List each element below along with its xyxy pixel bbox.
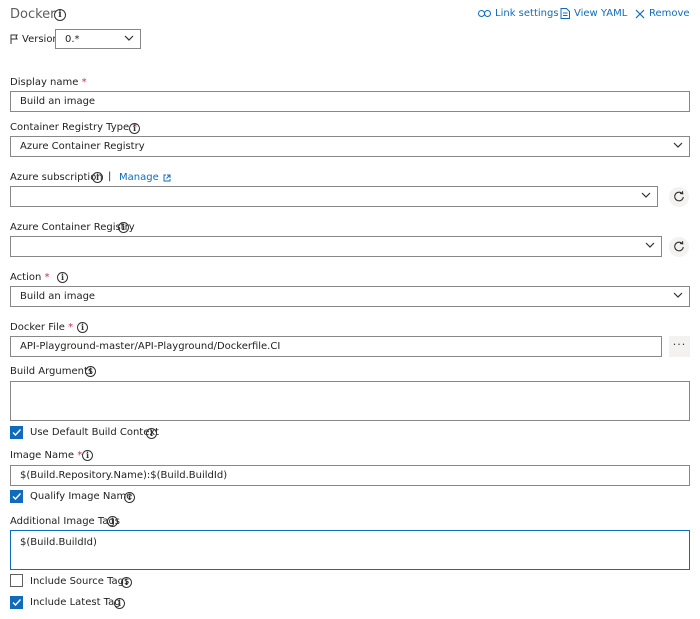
info-icon[interactable]: i [124, 492, 135, 503]
action-label: Action * [10, 272, 50, 283]
latest-tag-checkbox[interactable] [10, 596, 23, 609]
flag-icon [10, 34, 18, 44]
refresh-registry-button[interactable] [669, 237, 689, 257]
info-icon[interactable]: i [57, 272, 68, 283]
required-marker: * [68, 322, 74, 333]
manage-link[interactable]: Manage [119, 172, 171, 183]
registry-type-value: Azure Container Registry [20, 141, 145, 152]
azure-subscription-label: Azure subscription [10, 172, 103, 183]
source-tags-label: Include Source Tags [30, 576, 130, 587]
qualify-image-checkbox[interactable] [10, 490, 23, 503]
info-icon[interactable]: i [146, 428, 157, 439]
chevron-down-icon [124, 35, 134, 41]
info-icon[interactable]: i [107, 516, 118, 527]
task-title: Docker [10, 7, 56, 22]
link-settings-button[interactable]: Link settings [478, 8, 559, 19]
refresh-subscription-button[interactable] [669, 187, 689, 207]
display-name-label: Display name * [10, 77, 87, 88]
info-icon[interactable]: i [129, 123, 140, 134]
build-arguments-label: Build Arguments [10, 366, 94, 377]
refresh-icon [674, 191, 684, 202]
latest-tag-label: Include Latest Tag [30, 597, 121, 608]
info-icon[interactable]: i [77, 322, 88, 333]
info-icon[interactable]: i [54, 9, 66, 21]
manage-label: Manage [119, 172, 159, 183]
azure-registry-dropdown[interactable] [10, 236, 662, 257]
remove-button[interactable]: Remove [635, 8, 690, 19]
info-icon[interactable]: i [114, 598, 125, 609]
divider: | [108, 171, 112, 182]
required-marker: * [44, 272, 50, 283]
document-icon [560, 8, 570, 19]
view-yaml-button[interactable]: View YAML [560, 8, 627, 19]
additional-tags-label: Additional Image Tags [10, 516, 121, 527]
registry-type-dropdown[interactable]: Azure Container Registry [10, 136, 690, 157]
external-link-icon [163, 174, 171, 181]
azure-registry-label: Azure Container Registry [10, 222, 135, 233]
close-icon [635, 9, 645, 18]
docker-file-input[interactable]: API-Playground-master/API-Playground/Doc… [10, 336, 662, 357]
link-settings-label: Link settings [495, 8, 559, 19]
info-icon[interactable]: i [121, 577, 132, 588]
action-dropdown[interactable]: Build an image [10, 286, 690, 307]
checkmark-icon [12, 429, 22, 437]
checkmark-icon [12, 599, 22, 607]
view-yaml-label: View YAML [574, 8, 628, 19]
display-name-input[interactable]: Build an image [10, 91, 690, 112]
action-value: Build an image [20, 291, 96, 302]
version-value: 0.* [65, 34, 80, 45]
azure-subscription-dropdown[interactable] [10, 186, 658, 207]
info-icon[interactable]: i [85, 366, 96, 377]
qualify-image-label: Qualify Image Name [30, 491, 133, 502]
chevron-down-icon [673, 142, 683, 148]
registry-type-label: Container Registry Type * [10, 122, 138, 133]
build-arguments-textarea[interactable] [10, 381, 690, 421]
version-label: Version [22, 34, 59, 45]
browse-button[interactable]: ··· [669, 336, 690, 357]
default-context-checkbox[interactable] [10, 426, 23, 439]
chevron-down-icon [641, 192, 651, 198]
additional-tags-textarea[interactable]: $(Build.BuildId) [10, 530, 690, 570]
refresh-icon [674, 241, 684, 252]
chevron-down-icon [645, 242, 655, 248]
required-marker: * [81, 77, 87, 88]
source-tags-checkbox[interactable] [10, 574, 23, 587]
docker-file-label: Docker File * [10, 322, 74, 333]
link-icon [478, 10, 491, 17]
info-icon[interactable]: i [92, 172, 103, 183]
remove-label: Remove [649, 8, 690, 19]
info-icon[interactable]: i [118, 222, 129, 233]
version-dropdown[interactable]: 0.* [55, 29, 141, 49]
image-name-input[interactable]: $(Build.Repository.Name):$(Build.BuildId… [10, 465, 690, 486]
info-icon[interactable]: i [82, 450, 93, 461]
default-context-label: Use Default Build Context [30, 427, 160, 438]
image-name-label: Image Name * [10, 450, 83, 461]
checkmark-icon [12, 493, 22, 501]
chevron-down-icon [673, 292, 683, 298]
